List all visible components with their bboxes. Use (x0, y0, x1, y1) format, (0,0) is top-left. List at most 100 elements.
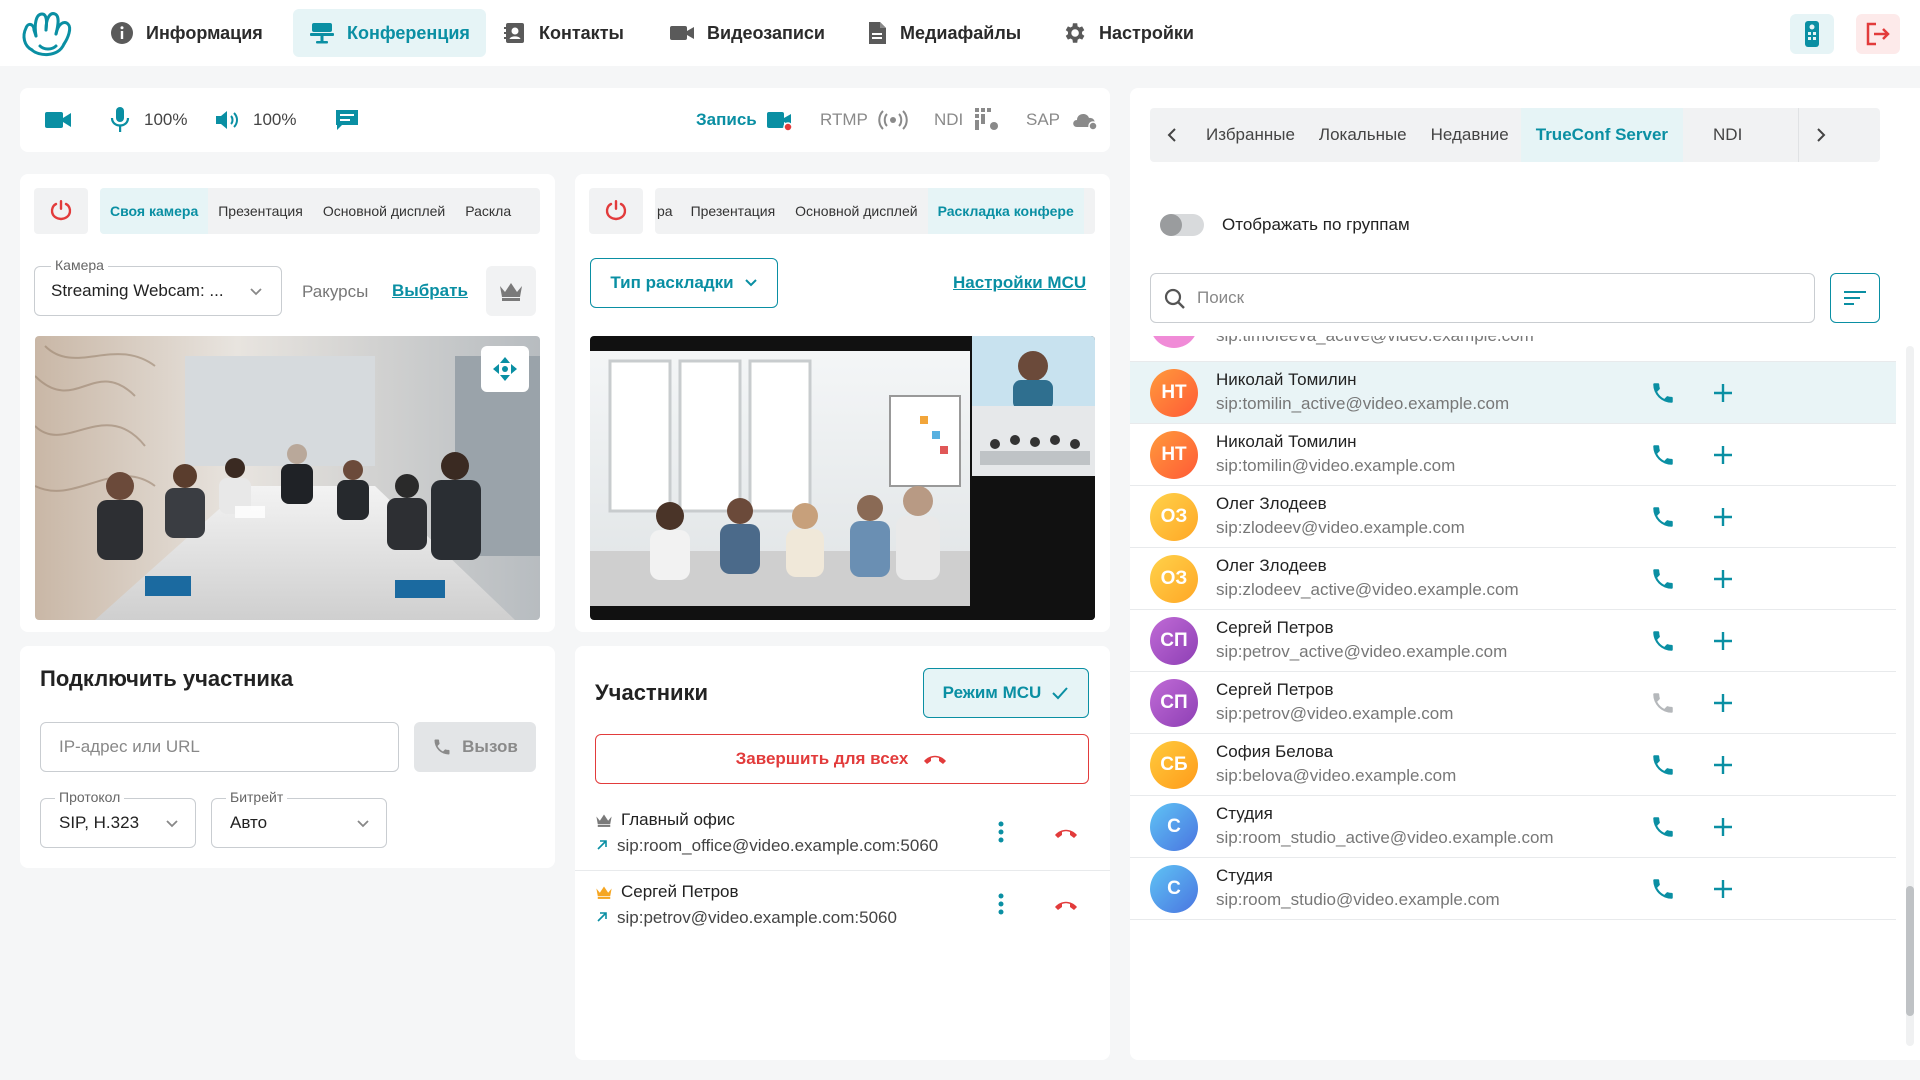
nav-item-conference[interactable]: Конференция (293, 9, 486, 57)
add-contact-icon[interactable] (1710, 876, 1736, 902)
nav-item-info[interactable]: Информация (94, 9, 279, 57)
list-item[interactable]: СП Сергей Петров sip:petrov@video.exampl… (1130, 672, 1896, 734)
tab-local[interactable]: Локальные (1307, 108, 1419, 162)
phone-icon[interactable] (1650, 442, 1676, 468)
contact-list-scrollbar[interactable] (1906, 346, 1914, 1046)
microphone-icon[interactable] (110, 106, 130, 134)
record-label[interactable]: Запись (696, 110, 757, 130)
add-contact-icon[interactable] (1710, 752, 1736, 778)
ptz-control-button[interactable] (481, 346, 529, 392)
logout-button[interactable] (1856, 14, 1900, 54)
tab-own-camera[interactable]: Своя камера (100, 188, 209, 234)
sap-label[interactable]: SAP (1026, 110, 1060, 130)
cloud-icon[interactable] (1070, 108, 1100, 132)
protocol-label: Протокол (55, 789, 125, 805)
speaker-icon[interactable] (214, 108, 242, 132)
rtmp-label[interactable]: RTMP (820, 110, 868, 130)
contact-sip: sip:petrov@video.example.com (1216, 704, 1454, 723)
phone-icon[interactable] (1650, 876, 1676, 902)
contact-sip: sip:petrov_active@video.example.com (1216, 642, 1508, 661)
avatar: СП (1150, 617, 1198, 665)
nav-item-video-recordings[interactable]: Видеозаписи (653, 9, 841, 57)
add-contact-icon[interactable] (1710, 442, 1736, 468)
add-contact-icon[interactable] (1710, 566, 1736, 592)
tab-recent[interactable]: Недавние (1419, 108, 1521, 162)
phone-icon[interactable] (1650, 504, 1676, 530)
tab-layout[interactable]: Раскла (455, 188, 521, 234)
remote-control-button[interactable] (1790, 14, 1834, 54)
layout-type-button[interactable]: Тип раскладки (590, 258, 778, 308)
phone-icon[interactable] (1650, 690, 1676, 716)
tab-ndi[interactable]: NDI (1683, 108, 1798, 162)
layout-power-button[interactable] (589, 188, 643, 234)
chat-icon[interactable] (334, 108, 360, 132)
more-options-icon[interactable] (997, 820, 1005, 844)
list-item[interactable]: СБ София Белова sip:belova@video.example… (1130, 734, 1896, 796)
broadcast-icon[interactable] (878, 108, 908, 132)
record-icon[interactable] (766, 108, 794, 132)
phone-icon[interactable] (1650, 380, 1676, 406)
hangup-icon[interactable] (1051, 826, 1081, 840)
list-item[interactable]: НТ Николай Томилин sip:tomilin_active@vi… (1130, 362, 1896, 424)
end-for-all-button[interactable]: Завершить для всех (595, 734, 1089, 784)
add-contact-icon[interactable] (1710, 814, 1736, 840)
tabs-scroll-left-button[interactable] (1150, 108, 1194, 162)
add-contact-icon[interactable] (1710, 628, 1736, 654)
add-contact-icon[interactable] (1710, 504, 1736, 530)
avatar-initials: ОЗ (1160, 506, 1188, 527)
list-item[interactable]: С Студия sip:room_studio_active@video.ex… (1130, 796, 1896, 858)
add-contact-icon[interactable] (1710, 690, 1736, 716)
sort-button[interactable] (1830, 273, 1880, 323)
protocol-select[interactable]: Протокол SIP, H.323 (40, 789, 196, 848)
list-item[interactable]: НТ Николай Томилин sip:tomilin@video.exa… (1130, 424, 1896, 486)
crown-icon (498, 280, 524, 302)
list-item[interactable]: ОЗ Олег Злодеев sip:zlodeev@video.exampl… (1130, 486, 1896, 548)
tab-camera-partial[interactable]: ра (655, 188, 681, 234)
hangup-icon[interactable] (1051, 898, 1081, 912)
add-contact-icon[interactable] (1710, 380, 1736, 406)
call-button[interactable]: Вызов (414, 722, 536, 772)
connect-panel-title: Подключить участника (40, 666, 294, 691)
nav-item-media-files[interactable]: Медиафайлы (850, 9, 1037, 57)
tabs-scroll-right-button[interactable] (1798, 108, 1843, 162)
tab-main-display[interactable]: Основной дисплей (785, 188, 927, 234)
nav-item-settings[interactable]: Настройки (1045, 9, 1210, 57)
tab-favorites[interactable]: Избранные (1194, 108, 1307, 162)
ndi-label[interactable]: NDI (934, 110, 963, 130)
tab-presentation[interactable]: Презентация (208, 188, 313, 234)
tab-main-display[interactable]: Основной дисплей (313, 188, 455, 234)
address-input[interactable]: IP-адрес или URL (40, 722, 399, 772)
mcu-settings-link[interactable]: Настройки MCU (953, 273, 1086, 293)
camera-toggle-icon[interactable] (44, 108, 72, 132)
contacts-search-input[interactable]: Поиск (1150, 273, 1815, 323)
list-item[interactable]: sip:timofeeva_active@video.example.com (1130, 336, 1896, 362)
contacts-icon (503, 21, 527, 45)
check-icon (1051, 686, 1069, 700)
ndi-icon[interactable] (974, 106, 1000, 132)
crown-button[interactable] (486, 266, 536, 316)
end-for-all-label: Завершить для всех (735, 749, 909, 768)
outgoing-arrow-icon (595, 838, 609, 852)
list-item[interactable]: С Студия sip:room_studio@video.example.c… (1130, 858, 1896, 920)
bitrate-select[interactable]: Битрейт Авто (211, 789, 387, 848)
tab-trueconf-server[interactable]: TrueConf Server (1520, 108, 1684, 162)
choose-angle-link[interactable]: Выбрать (392, 281, 468, 301)
avatar-initials: С (1167, 878, 1181, 899)
tab-presentation[interactable]: Презентация (681, 188, 786, 234)
phone-icon[interactable] (1650, 814, 1676, 840)
camera-power-button[interactable] (34, 188, 88, 234)
nav-item-contacts[interactable]: Контакты (487, 9, 640, 57)
phone-icon[interactable] (1650, 752, 1676, 778)
participant-row[interactable]: Главный офис sip:room_office@video.examp… (575, 798, 1110, 871)
list-item[interactable]: ОЗ Олег Злодеев sip:zlodeev_active@video… (1130, 548, 1896, 610)
phone-icon[interactable] (1650, 566, 1676, 592)
more-options-icon[interactable] (997, 892, 1005, 916)
group-toggle[interactable] (1160, 214, 1204, 236)
tab-conference-layout[interactable]: Раскладка конфере (927, 188, 1084, 234)
list-item[interactable]: СП Сергей Петров sip:petrov_active@video… (1130, 610, 1896, 672)
scrollbar-thumb[interactable] (1906, 886, 1914, 1016)
camera-select[interactable]: Камера Streaming Webcam: ... (34, 257, 282, 316)
mcu-mode-button[interactable]: Режим MCU (923, 668, 1089, 718)
participant-row[interactable]: Сергей Петров sip:petrov@video.example.c… (575, 870, 1110, 942)
phone-icon[interactable] (1650, 628, 1676, 654)
